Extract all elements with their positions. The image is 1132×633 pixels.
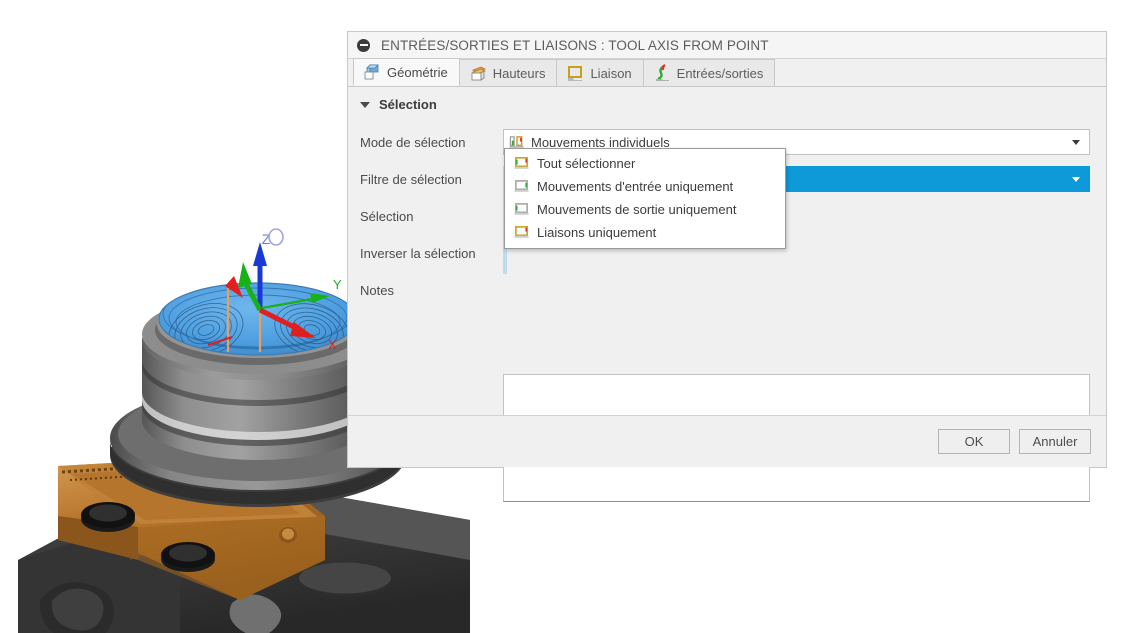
dropdown-item-label: Liaisons uniquement xyxy=(537,225,656,240)
label-notes: Notes xyxy=(360,283,503,298)
label-filtre-de-selection: Filtre de sélection xyxy=(360,172,503,187)
tab-label: Géométrie xyxy=(387,65,448,80)
select-all-icon xyxy=(514,156,529,171)
heights-box-icon xyxy=(469,64,487,82)
dialog-body: Sélection Mode de sélection Mouvements xyxy=(348,88,1106,415)
tab-label: Liaison xyxy=(590,66,631,81)
dropdown-item-tout-selectionner[interactable]: Tout sélectionner xyxy=(505,152,785,175)
lead-inout-icon xyxy=(653,64,671,82)
section-selection-header[interactable]: Sélection xyxy=(348,88,1106,112)
dropdown-item-mouvements-sortie[interactable]: Mouvements de sortie uniquement xyxy=(505,198,785,221)
io-and-links-dialog: ENTRÉES/SORTIES ET LIAISONS : TOOL AXIS … xyxy=(347,31,1107,468)
tab-geometrie[interactable]: Géométrie xyxy=(353,58,460,86)
caret-down-icon[interactable] xyxy=(360,102,370,108)
label-inverser-la-selection: Inverser la sélection xyxy=(360,246,503,261)
dropdown-item-label: Mouvements d'entrée uniquement xyxy=(537,179,733,194)
tab-hauteurs[interactable]: Hauteurs xyxy=(459,59,558,86)
dropdown-item-liaisons-uniquement[interactable]: Liaisons uniquement xyxy=(505,221,785,244)
tab-strip: Géométrie Hauteurs Liaison xyxy=(348,59,1106,87)
lead-in-only-icon xyxy=(514,179,529,194)
geometry-cube-icon xyxy=(363,63,381,81)
selection-filter-dropdown-list[interactable]: Tout sélectionner Mouvements d'entrée un… xyxy=(504,148,786,249)
tab-label: Entrées/sorties xyxy=(677,66,764,81)
tab-liaison[interactable]: Liaison xyxy=(556,59,643,86)
dropdown-item-mouvements-entree[interactable]: Mouvements d'entrée uniquement xyxy=(505,175,785,198)
field-notes-spacer xyxy=(503,277,1090,303)
link-bracket-icon xyxy=(566,64,584,82)
section-title: Sélection xyxy=(379,97,437,112)
dropdown-item-label: Tout sélectionner xyxy=(537,156,635,171)
tab-entrees-sorties[interactable]: Entrées/sorties xyxy=(643,59,776,86)
axis-label-y: Y xyxy=(333,277,342,292)
dialog-title-bar: ENTRÉES/SORTIES ET LIAISONS : TOOL AXIS … xyxy=(348,32,1106,59)
links-only-icon xyxy=(514,225,529,240)
label-selection: Sélection xyxy=(360,209,503,224)
chevron-down-icon[interactable] xyxy=(1072,177,1080,182)
ok-button[interactable]: OK xyxy=(938,429,1010,454)
axis-label-x: X xyxy=(328,337,337,352)
cancel-button[interactable]: Annuler xyxy=(1019,429,1091,454)
chevron-down-icon[interactable] xyxy=(1072,140,1080,145)
tab-label: Hauteurs xyxy=(493,66,546,81)
row-notes: Notes xyxy=(360,277,1090,303)
lead-out-only-icon xyxy=(514,202,529,217)
dropdown-item-label: Mouvements de sortie uniquement xyxy=(537,202,736,217)
dialog-title: ENTRÉES/SORTIES ET LIAISONS : TOOL AXIS … xyxy=(381,38,769,53)
collapse-minus-icon[interactable] xyxy=(357,39,370,52)
label-mode-de-selection: Mode de sélection xyxy=(360,135,503,150)
dialog-footer: OK Annuler xyxy=(348,415,1106,467)
